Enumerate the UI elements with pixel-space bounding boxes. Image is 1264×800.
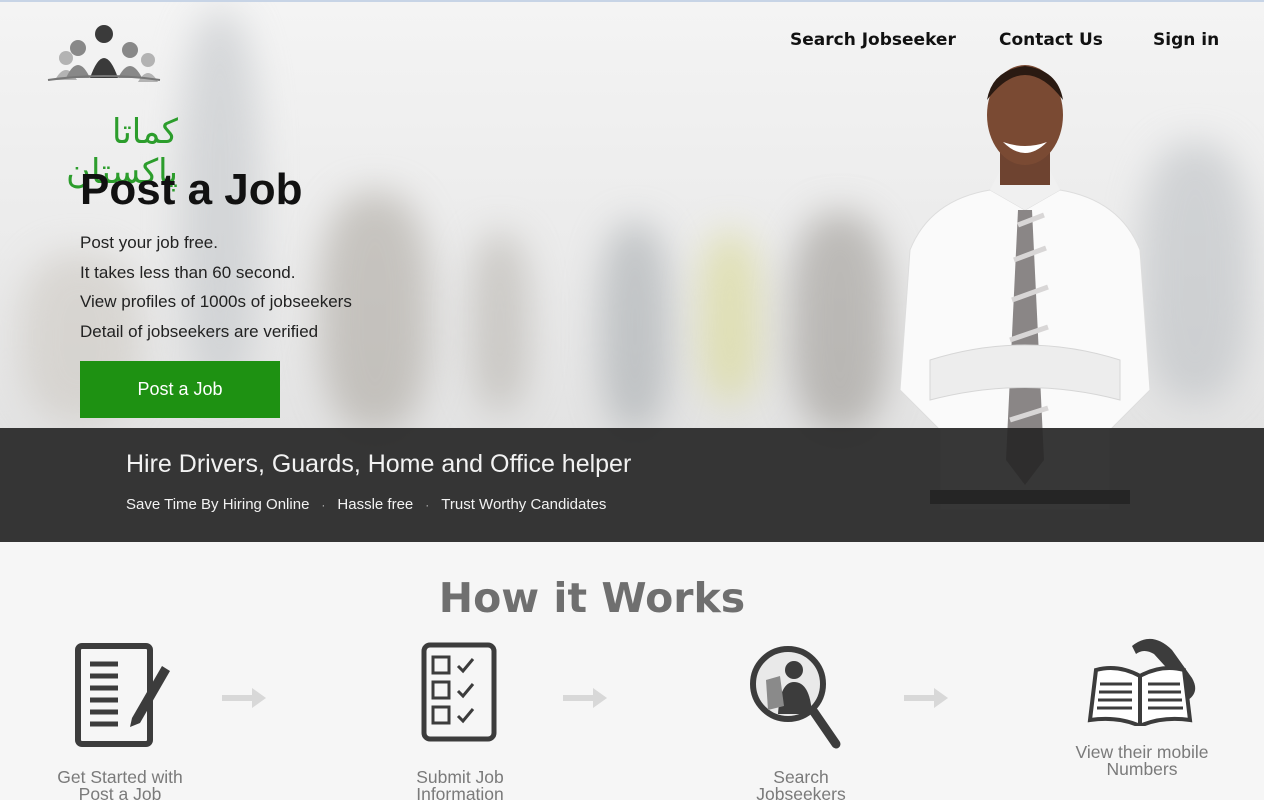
- separator-dot: ·: [425, 497, 430, 512]
- hero-title: Post a Job: [80, 165, 303, 214]
- step-label-line: Information: [416, 784, 504, 800]
- people-silhouette-icon: [47, 25, 161, 82]
- banner-tag: Save Time By Hiring Online: [126, 496, 310, 513]
- banner-tags: Save Time By Hiring Online · Hassle free…: [126, 496, 606, 513]
- nav-search-jobseeker[interactable]: Search Jobseeker: [790, 30, 956, 50]
- hero-bullet: View profiles of 1000s of jobseekers: [80, 292, 352, 311]
- phone-book-icon: [1087, 638, 1196, 726]
- hero-bullet: It takes less than 60 second.: [80, 262, 296, 282]
- hire-banner: Hire Drivers, Guards, Home and Office he…: [0, 428, 1264, 542]
- separator-dot: ·: [321, 497, 326, 512]
- nav-sign-in[interactable]: Sign in: [1153, 30, 1219, 50]
- nav-contact-us[interactable]: Contact Us: [999, 30, 1103, 50]
- magnifier-person-icon: [750, 646, 841, 749]
- how-it-works-title: How it Works: [438, 574, 746, 622]
- checklist-icon: [421, 642, 497, 742]
- step-label: Submit Job Information: [380, 768, 540, 800]
- arrow-right-icon: [563, 688, 607, 708]
- step-label-line: Jobseekers: [756, 784, 846, 800]
- document-pen-icon: [75, 643, 170, 747]
- hero-bullet: Detail of jobseekers are verified: [80, 321, 319, 341]
- arrow-right-icon: [904, 688, 948, 708]
- site-logo[interactable]: کماتا پاکستان: [18, 20, 178, 192]
- hero-bullet-list: Post your job free. It takes less than 6…: [80, 228, 352, 346]
- step-label: View their mobile Numbers: [1062, 743, 1222, 779]
- banner-tag: Hassle free: [337, 496, 414, 513]
- step-label-line: Numbers: [1106, 759, 1178, 779]
- banner-title: Hire Drivers, Guards, Home and Office he…: [126, 450, 632, 478]
- hero-bullet: Post your job free.: [80, 233, 218, 252]
- banner-tag: Trust Worthy Candidates: [441, 496, 607, 513]
- post-job-button[interactable]: Post a Job: [80, 361, 280, 418]
- step-label: Get Started with Post a Job: [40, 768, 200, 800]
- step-label: Search Jobseekers: [721, 768, 881, 800]
- arrow-right-icon: [222, 688, 266, 708]
- step-label-line: Post a Job: [78, 784, 162, 800]
